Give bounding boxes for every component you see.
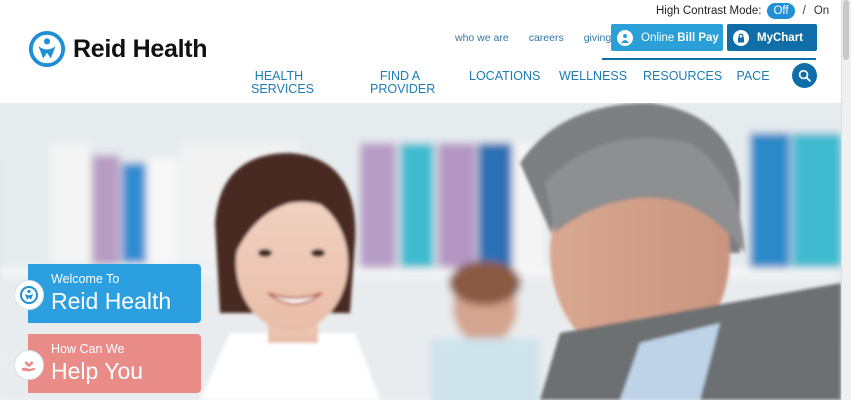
nav-wellness[interactable]: WELLNESS [559,69,628,83]
help-badge [14,350,44,380]
utility-links: who we are careers giving [455,32,611,44]
help-card[interactable]: How Can We Help You [28,334,201,393]
nav-label-line1: LOCATIONS [469,69,541,83]
help-big-text: Help You [51,358,144,384]
help-small-text: How Can We [51,342,125,356]
nav-label-line2: SERVICES [251,82,314,96]
nav-label-line1: PACE [736,69,770,83]
bill-pay-prefix: Online [641,31,675,44]
site-header: High Contrast Mode: Off / On Reid Health… [0,0,851,103]
nav-resources[interactable]: RESOURCES [643,69,723,83]
heart-hand-icon [22,361,36,372]
mychart-label: MyChart [757,31,804,44]
contrast-off-button[interactable]: Off [767,3,795,19]
high-contrast-toggle: High Contrast Mode: Off / On [656,3,829,19]
main-nav: HEALTH SERVICES FIND A PROVIDER LOCATION… [0,70,851,100]
nav-label-line1: WELLNESS [559,69,628,83]
nav-label-line2: PROVIDER [370,82,436,96]
reid-logo-icon [28,30,66,68]
bill-pay-strong: Bill Pay [677,31,719,44]
scrollbar-thumb[interactable] [843,0,849,60]
online-bill-pay-button[interactable]: Online Bill Pay [611,24,723,51]
link-careers[interactable]: careers [529,32,564,44]
nav-label-line1: RESOURCES [643,69,723,83]
person-icon [617,29,633,46]
welcome-big-text: Reid Health [51,288,172,314]
welcome-badge [14,280,44,310]
contrast-on-button[interactable]: On [814,5,829,17]
search-button[interactable] [792,63,817,88]
brand-name: Reid Health [73,34,208,63]
nav-locations[interactable]: LOCATIONS [469,69,541,83]
nav-health-services[interactable]: HEALTH SERVICES [251,70,314,96]
mychart-button[interactable]: MyChart [727,24,817,51]
welcome-small-text: Welcome To [51,272,120,286]
search-icon [798,69,811,82]
contrast-separator: / [802,5,806,17]
reid-logo-icon [20,286,38,304]
page-scrollbar[interactable] [841,0,851,400]
high-contrast-label: High Contrast Mode: [656,5,762,17]
welcome-card[interactable]: Welcome To Reid Health [28,264,201,323]
lock-icon [733,29,749,46]
nav-pace[interactable]: PACE [735,70,771,83]
link-giving[interactable]: giving [584,32,611,44]
link-who-we-are[interactable]: who we are [455,32,509,44]
site-logo[interactable]: Reid Health [28,30,208,68]
nav-find-a-provider[interactable]: FIND A PROVIDER [370,70,436,96]
nav-divider [602,58,816,60]
